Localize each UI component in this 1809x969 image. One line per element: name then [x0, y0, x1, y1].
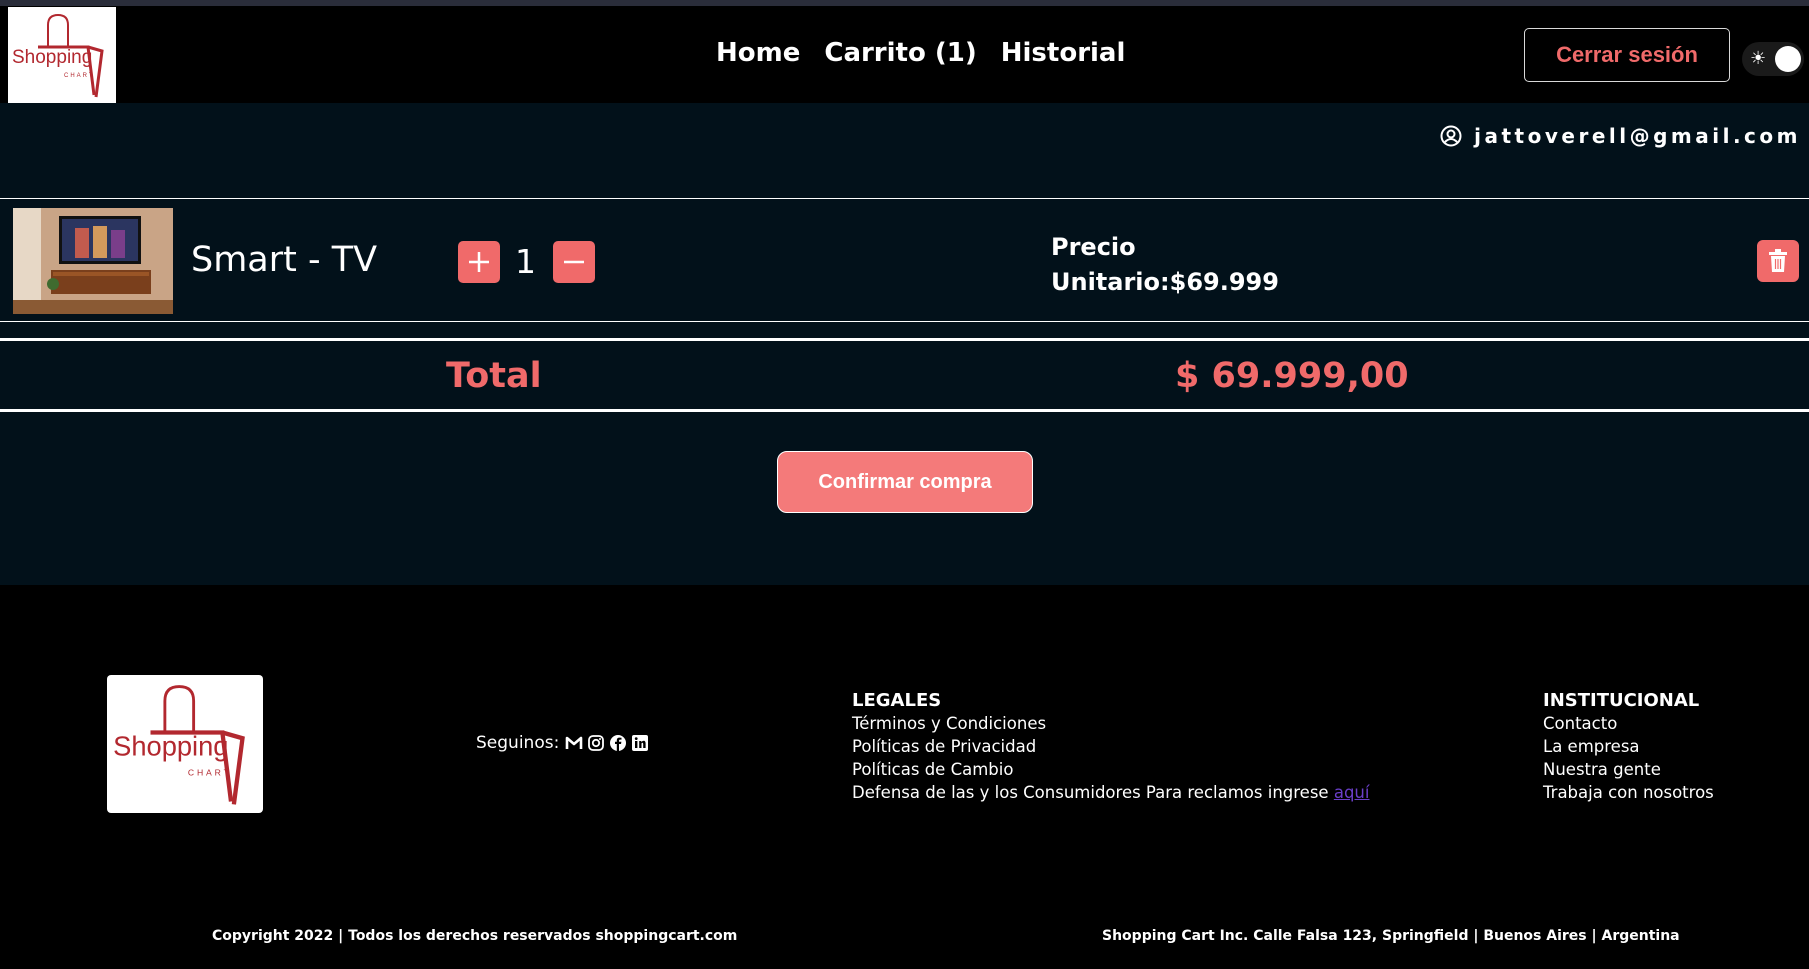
plus-icon: [469, 252, 489, 272]
nav-home[interactable]: Home: [716, 38, 800, 68]
shopping-bag-logo-icon: Shopping CHART: [12, 13, 104, 98]
cart-item-row: Smart - TV 1 Precio Unitario:$69.999: [0, 200, 1809, 321]
sun-icon: ☀: [1750, 48, 1767, 68]
instagram-icon[interactable]: [587, 734, 605, 752]
logout-button[interactable]: Cerrar sesión: [1524, 28, 1730, 82]
unit-price: Precio Unitario:$69.999: [1051, 230, 1279, 300]
product-name: Smart - TV: [191, 240, 378, 280]
follow-label: Seguinos:: [476, 733, 560, 753]
confirm-purchase-button[interactable]: Confirmar compra: [777, 451, 1033, 513]
gmail-icon[interactable]: [565, 734, 583, 752]
divider: [0, 338, 1809, 341]
company-address: Shopping Cart Inc. Calle Falsa 123, Spri…: [1102, 928, 1680, 944]
terms-link[interactable]: Términos y Condiciones: [852, 712, 1369, 735]
privacy-link[interactable]: Políticas de Privacidad: [852, 735, 1369, 758]
copyright-left: Copyright 2022 | Todos los derechos rese…: [212, 928, 738, 944]
navbar: Shopping CHART Home Carrito (1) Historia…: [0, 6, 1809, 103]
careers-link[interactable]: Trabaja con nosotros: [1543, 781, 1714, 804]
price-label-line1: Precio: [1051, 233, 1136, 261]
consumer-defense-text: Defensa de las y los Consumidores Para r…: [852, 781, 1369, 804]
main-nav: Home Carrito (1) Historial: [716, 38, 1125, 68]
svg-text:CHART: CHART: [188, 768, 232, 778]
total-value: $ 69.999,00: [1175, 356, 1409, 396]
user-info: jattoverell@gmail.com: [1440, 124, 1801, 148]
institucional-column: INSTITUCIONAL Contacto La empresa Nuestr…: [1543, 689, 1714, 804]
divider: [0, 409, 1809, 412]
nav-history[interactable]: Historial: [1001, 38, 1126, 68]
nav-cart[interactable]: Carrito (1): [824, 38, 976, 68]
consumer-defense-label: Defensa de las y los Consumidores Para r…: [852, 783, 1334, 802]
divider: [0, 321, 1809, 322]
divider: [0, 198, 1809, 199]
trash-icon: [1769, 249, 1787, 272]
toggle-knob: [1775, 46, 1801, 72]
product-image: [13, 208, 173, 314]
svg-text:CHART: CHART: [64, 73, 95, 79]
svg-text:Shopping: Shopping: [113, 731, 228, 762]
social-links: Seguinos:: [476, 733, 649, 753]
contact-link[interactable]: Contacto: [1543, 712, 1714, 735]
legales-column: LEGALES Términos y Condiciones Políticas…: [852, 689, 1369, 804]
svg-text:Shopping: Shopping: [12, 47, 92, 68]
footer: Shopping CHART Seguinos: LEGALES Término…: [0, 585, 1809, 969]
user-circle-icon: [1440, 125, 1462, 147]
remove-item-button[interactable]: [1757, 240, 1799, 282]
people-link[interactable]: Nuestra gente: [1543, 758, 1714, 781]
linkedin-icon[interactable]: [631, 734, 649, 752]
quantity-value: 1: [515, 242, 536, 281]
price-label-line2: Unitario:$69.999: [1051, 268, 1279, 296]
total-label: Total: [446, 356, 542, 396]
decrease-quantity-button[interactable]: [553, 241, 595, 283]
user-email: jattoverell@gmail.com: [1474, 124, 1801, 148]
minus-icon: [564, 260, 584, 264]
consumer-claim-link[interactable]: aquí: [1334, 783, 1370, 802]
legales-title: LEGALES: [852, 690, 942, 711]
header-logo[interactable]: Shopping CHART: [8, 7, 116, 103]
institucional-title: INSTITUCIONAL: [1543, 690, 1700, 711]
shopping-bag-logo-icon: Shopping CHART: [113, 685, 245, 805]
theme-toggle[interactable]: ☀: [1742, 42, 1804, 76]
footer-logo[interactable]: Shopping CHART: [107, 675, 263, 813]
increase-quantity-button[interactable]: [458, 241, 500, 283]
company-link[interactable]: La empresa: [1543, 735, 1714, 758]
facebook-icon[interactable]: [609, 734, 627, 752]
exchange-policy-link[interactable]: Políticas de Cambio: [852, 758, 1369, 781]
